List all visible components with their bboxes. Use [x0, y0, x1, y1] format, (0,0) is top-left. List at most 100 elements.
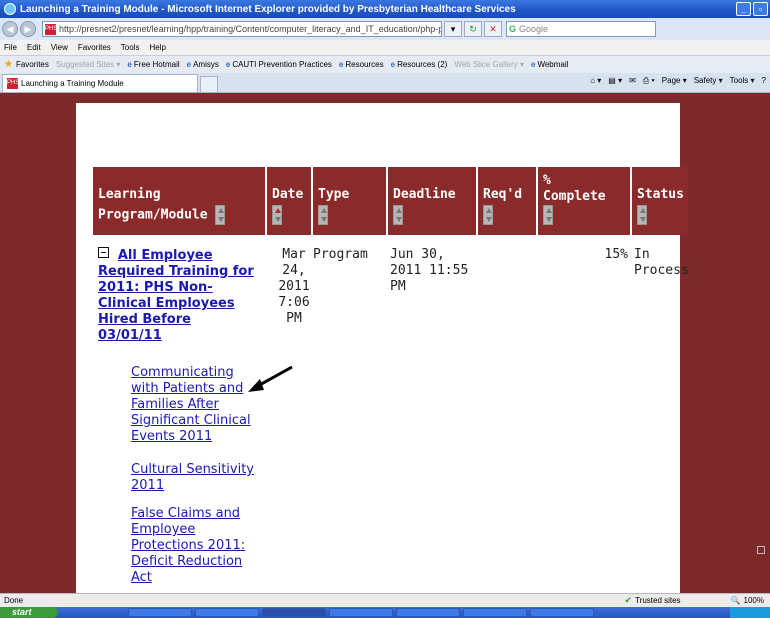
status-cell: In Process: [634, 247, 689, 278]
fav-item-cauti[interactable]: e CAUTI Prevention Practices: [226, 60, 332, 69]
column-header-complete[interactable]: % Complete: [538, 167, 630, 235]
taskbar-item[interactable]: [128, 608, 192, 617]
fav-item-label: Web Slice Gallery ▾: [454, 60, 524, 69]
safety-menu[interactable]: Safety ▾: [694, 76, 723, 86]
ie-page-icon: e: [530, 60, 536, 69]
taskbar-item[interactable]: [329, 608, 393, 617]
zoom-level[interactable]: 100%: [744, 596, 764, 605]
fav-item-suggested-sites[interactable]: Suggested Sites ▾: [56, 60, 121, 69]
column-header-program[interactable]: Learning Program/Module: [93, 167, 265, 235]
fav-item-resources-2[interactable]: e Resources (2): [391, 60, 448, 69]
header-label: Type: [318, 187, 350, 202]
favorites-label: Favorites: [15, 60, 49, 69]
home-icon[interactable]: ⌂ ▾: [590, 76, 601, 86]
zoom-icon[interactable]: 🔍: [731, 596, 741, 605]
site-favicon-icon: PHS: [45, 23, 57, 35]
tab-launching-training-module[interactable]: PHS Launching a Training Module: [2, 74, 198, 92]
menu-favorites[interactable]: Favorites: [78, 43, 111, 52]
google-icon: G: [509, 24, 517, 34]
fav-item-free-hotmail[interactable]: e Free Hotmail: [127, 60, 179, 69]
sort-icon[interactable]: [637, 205, 647, 225]
ie-page-icon: e: [127, 60, 132, 69]
sort-icon[interactable]: [215, 205, 226, 225]
module-link[interactable]: False Claims and Employee Protections 20…: [131, 506, 261, 586]
address-url: http://presnet2/presnet/learning/hpp/tra…: [59, 24, 441, 34]
header-label: % Complete: [543, 173, 606, 204]
print-icon[interactable]: ⎙ ▾: [643, 76, 655, 86]
star-icon: ★: [4, 59, 13, 70]
page-menu[interactable]: Page ▾: [662, 76, 687, 86]
fav-item-amisys[interactable]: e Amisys: [187, 60, 219, 69]
ie-page-icon: e: [338, 60, 344, 69]
collapse-icon[interactable]: [98, 247, 109, 258]
sort-icon[interactable]: [483, 205, 493, 225]
maximize-button[interactable]: ▫: [753, 2, 768, 16]
menu-view[interactable]: View: [51, 43, 68, 52]
search-placeholder: Google: [519, 24, 549, 34]
complete-cell: 15%: [604, 247, 628, 262]
program-link[interactable]: All Employee Required Training for 2011:…: [98, 248, 254, 343]
menu-edit[interactable]: Edit: [27, 43, 41, 52]
taskbar-item[interactable]: [530, 608, 594, 617]
refresh-icon[interactable]: ↻: [464, 21, 482, 37]
menu-file[interactable]: File: [4, 43, 17, 52]
site-favicon-icon: PHS: [7, 78, 19, 89]
window-title: Launching a Training Module - Microsoft …: [20, 3, 516, 15]
fav-item-label: Resources: [345, 60, 384, 69]
column-header-reqd[interactable]: Req'd: [478, 167, 536, 235]
module-link[interactable]: Communicating with Patients and Families…: [131, 365, 261, 445]
zone-label: Trusted sites: [635, 596, 681, 605]
browser-window: Launching a Training Module - Microsoft …: [0, 0, 770, 618]
pointer-arrow-icon: [248, 365, 293, 392]
header-label: Status: [637, 187, 684, 202]
address-input[interactable]: PHS http://presnet2/presnet/learning/hpp…: [42, 21, 442, 37]
feeds-icon[interactable]: ▤ ▾: [608, 76, 622, 86]
fav-item-web-slice-gallery[interactable]: Web Slice Gallery ▾: [454, 60, 524, 69]
column-header-status[interactable]: Status: [632, 167, 688, 235]
mail-icon[interactable]: ✉: [629, 76, 636, 86]
column-header-type[interactable]: Type: [313, 167, 386, 235]
header-label: Req'd: [483, 187, 523, 202]
taskbar-item[interactable]: [195, 608, 259, 617]
fav-item-label: Suggested Sites ▾: [55, 60, 121, 69]
taskbar-item[interactable]: [396, 608, 460, 617]
minimize-button[interactable]: _: [736, 2, 751, 16]
favorites-button[interactable]: ★ Favorites: [4, 59, 49, 70]
tab-bar: PHS Launching a Training Module ⌂ ▾ ▤ ▾ …: [0, 73, 770, 93]
system-tray: [730, 607, 770, 618]
page-scroll-area[interactable]: [762, 93, 770, 593]
page-content: Learning Program/Module Date Type Deadli…: [0, 93, 762, 593]
sort-icon[interactable]: [393, 205, 403, 225]
forward-icon[interactable]: ▶: [20, 21, 36, 37]
taskbar-item[interactable]: [463, 608, 527, 617]
ie-page-icon: e: [186, 60, 192, 69]
module-link[interactable]: Cultural Sensitivity 2011: [131, 462, 261, 494]
tools-menu[interactable]: Tools ▾: [730, 76, 755, 86]
stop-icon[interactable]: ✕: [484, 21, 502, 37]
help-icon[interactable]: ?: [762, 76, 766, 86]
search-input[interactable]: G Google: [506, 21, 656, 37]
taskbar: start: [0, 607, 770, 618]
address-row: ◀ ▶ PHS http://presnet2/presnet/learning…: [0, 18, 770, 40]
menu-tools[interactable]: Tools: [121, 43, 140, 52]
type-cell: Program: [313, 247, 368, 262]
fav-item-webmail[interactable]: e Webmail: [531, 60, 568, 69]
new-tab-button[interactable]: [200, 76, 218, 92]
taskbar-item[interactable]: [262, 608, 326, 617]
sort-icon[interactable]: [272, 205, 282, 225]
header-label: Date: [272, 187, 304, 202]
deadline-cell: Jun 30, 2011 11:55 PM: [390, 247, 469, 294]
start-button[interactable]: start: [0, 607, 58, 618]
sort-icon[interactable]: [318, 205, 328, 225]
security-zone[interactable]: ✔ Trusted sites: [625, 595, 681, 606]
column-header-deadline[interactable]: Deadline: [388, 167, 476, 235]
sort-icon[interactable]: [543, 205, 553, 225]
dropdown-icon[interactable]: ▾: [444, 21, 462, 37]
header-label: Deadline: [393, 187, 456, 202]
column-header-date[interactable]: Date: [267, 167, 311, 235]
back-icon[interactable]: ◀: [2, 21, 18, 37]
status-text: Done: [4, 596, 24, 605]
fav-item-resources[interactable]: e Resources: [339, 60, 384, 69]
program-cell: All Employee Required Training for 2011:…: [98, 247, 258, 344]
menu-help[interactable]: Help: [149, 43, 165, 52]
